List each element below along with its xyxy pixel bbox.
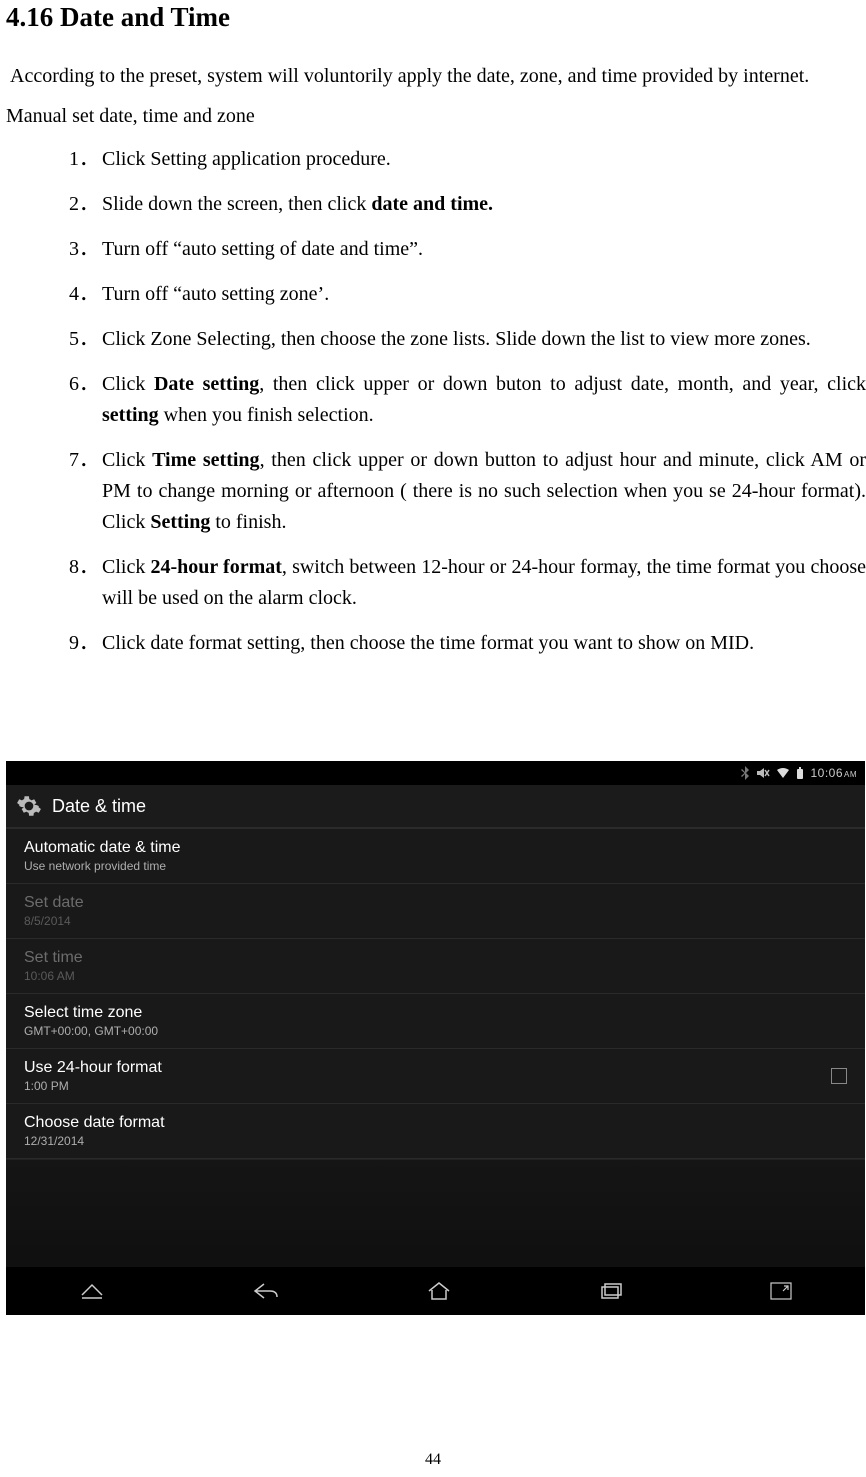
navigation-bar xyxy=(6,1267,865,1315)
appbar-title: Date & time xyxy=(52,796,146,817)
step-item: 3．Turn off “auto setting of date and tim… xyxy=(69,234,866,265)
row-subtitle: GMT+00:00, GMT+00:00 xyxy=(24,1024,158,1038)
settings-row[interactable]: Automatic date & time Use network provide… xyxy=(6,829,865,884)
wifi-icon xyxy=(776,767,790,779)
row-subtitle: 12/31/2014 xyxy=(24,1134,165,1148)
step-number: 1． xyxy=(69,144,99,175)
step-item: 9．Click date format setting, then choose… xyxy=(69,628,866,659)
settings-row: Set time 10:06 AM xyxy=(6,939,865,994)
row-title: Choose date format xyxy=(24,1114,165,1132)
mute-icon xyxy=(756,767,770,779)
step-item: 7．Click Time setting, then click upper o… xyxy=(69,445,866,538)
row-subtitle: 8/5/2014 xyxy=(24,914,84,928)
row-subtitle: 1:00 PM xyxy=(24,1079,162,1093)
step-item: 6．Click Date setting, then click upper o… xyxy=(69,369,866,431)
row-title: Set date xyxy=(24,894,84,912)
row-title: Use 24-hour format xyxy=(24,1059,162,1077)
step-item: 4．Turn off “auto setting zone’. xyxy=(69,279,866,310)
step-item: 5．Click Zone Selecting, then choose the … xyxy=(69,324,866,355)
empty-area xyxy=(6,1159,865,1277)
bluetooth-icon xyxy=(740,766,750,780)
settings-row: Set date 8/5/2014 xyxy=(6,884,865,939)
settings-icon[interactable] xyxy=(16,793,42,819)
page-number: 44 xyxy=(0,1451,866,1469)
step-item: 1．Click Setting application procedure. xyxy=(69,144,866,175)
settings-row[interactable]: Use 24-hour format 1:00 PM xyxy=(6,1049,865,1104)
steps-list: 1．Click Setting application procedure. 2．… xyxy=(6,144,866,659)
row-subtitle: 10:06 AM xyxy=(24,969,83,983)
checkbox-icon[interactable] xyxy=(831,1068,847,1084)
row-title: Set time xyxy=(24,949,83,967)
home-icon[interactable] xyxy=(426,1281,452,1301)
screenshot-icon[interactable] xyxy=(770,1282,792,1300)
settings-row[interactable]: Choose date format 12/31/2014 xyxy=(6,1104,865,1159)
settings-row[interactable]: Select time zone GMT+00:00, GMT+00:00 xyxy=(6,994,865,1049)
step-number: 8． xyxy=(69,552,99,583)
step-number: 6． xyxy=(69,369,99,400)
section-heading: 4.16 Date and Time xyxy=(6,2,866,33)
manual-heading: Manual set date, time and zone xyxy=(6,105,866,128)
settings-list: Automatic date & time Use network provide… xyxy=(6,829,865,1159)
status-time: 10:06AM xyxy=(810,766,857,780)
recents-icon[interactable] xyxy=(599,1281,623,1301)
nav-up-icon[interactable] xyxy=(79,1281,105,1301)
step-number: 2． xyxy=(69,189,99,220)
row-subtitle: Use network provided time xyxy=(24,859,181,873)
step-number: 3． xyxy=(69,234,99,265)
battery-icon xyxy=(796,767,804,780)
intro-paragraph: According to the preset, system will vol… xyxy=(10,61,866,91)
row-title: Automatic date & time xyxy=(24,839,181,857)
step-item: 8．Click 24-hour format, switch between 1… xyxy=(69,552,866,614)
app-bar: Date & time xyxy=(6,785,865,829)
device-screenshot: 10:06AM Date & time Automatic date & tim… xyxy=(6,761,865,1315)
row-title: Select time zone xyxy=(24,1004,158,1022)
step-number: 9． xyxy=(69,628,99,659)
status-bar: 10:06AM xyxy=(6,761,865,785)
step-number: 4． xyxy=(69,279,99,310)
step-number: 5． xyxy=(69,324,99,355)
step-number: 7． xyxy=(69,445,99,476)
back-icon[interactable] xyxy=(252,1281,280,1301)
step-item: 2．Slide down the screen, then click date… xyxy=(69,189,866,220)
